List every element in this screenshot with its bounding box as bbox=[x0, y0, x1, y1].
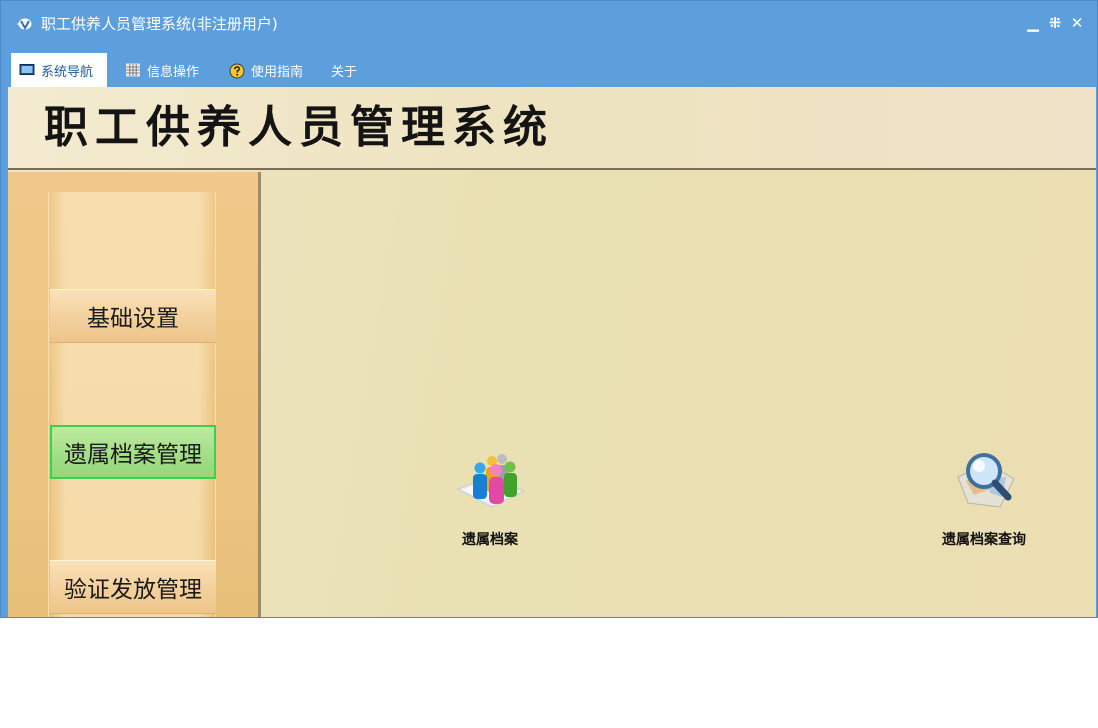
sidebar: 基础设置 遗属档案管理 验证发放管理 bbox=[8, 172, 261, 617]
sidebar-item-survivor-archive-management[interactable]: 遗属档案管理 bbox=[50, 425, 216, 479]
restore-button[interactable]: ⁜ bbox=[1047, 13, 1063, 33]
page-title: 职工供养人员管理系统 bbox=[44, 102, 554, 153]
survivor-archive-query-shortcut[interactable]: 遗属档案查询 bbox=[929, 441, 1039, 549]
monitor-icon bbox=[19, 63, 35, 77]
menu-item-about[interactable]: 关于 bbox=[323, 53, 369, 87]
menu-item-information-operations[interactable]: 信息操作 bbox=[117, 53, 211, 87]
survivor-archive-shortcut[interactable]: 遗属档案 bbox=[435, 441, 545, 549]
help-icon bbox=[229, 63, 245, 79]
menu-item-label: 系统导航 bbox=[41, 64, 94, 80]
menu-item-user-guide[interactable]: 使用指南 bbox=[221, 53, 317, 87]
sidebar-item-basic-settings[interactable]: 基础设置 bbox=[50, 289, 216, 343]
menu-item-label: 关于 bbox=[331, 64, 358, 80]
title-bar[interactable]: 职工供养人员管理系统(非注册用户) ▁ ⁜ ✕ bbox=[1, 1, 1097, 47]
grid-icon bbox=[125, 63, 141, 77]
sidebar-item-verification-payment-management[interactable]: 验证发放管理 bbox=[50, 560, 216, 614]
menu-item-label: 信息操作 bbox=[147, 64, 200, 80]
close-button[interactable]: ✕ bbox=[1069, 13, 1085, 33]
people-group-icon bbox=[450, 441, 530, 521]
app-logo-icon bbox=[16, 16, 32, 31]
window-title: 职工供养人员管理系统(非注册用户) bbox=[41, 15, 278, 33]
app-window: 职工供养人员管理系统(非注册用户) ▁ ⁜ ✕ 系统导航 信息操作 使用指南 关… bbox=[0, 0, 1098, 618]
feature-label: 遗属档案 bbox=[462, 532, 518, 548]
magnifier-search-icon bbox=[944, 441, 1024, 521]
menu-item-label: 使用指南 bbox=[251, 64, 304, 80]
sidebar-track bbox=[48, 192, 216, 617]
banner: 职工供养人员管理系统 bbox=[8, 87, 1096, 170]
feature-label: 遗属档案查询 bbox=[942, 532, 1026, 548]
menu-item-system-navigation[interactable]: 系统导航 bbox=[11, 53, 107, 87]
minimize-button[interactable]: ▁ bbox=[1025, 13, 1041, 33]
main-content: 职工供养人员管理系统 基础设置 遗属档案管理 验证发放管理 遗属档案 遗属档案查… bbox=[8, 87, 1096, 617]
menu-bar: 系统导航 信息操作 使用指南 关于 bbox=[1, 47, 1097, 87]
